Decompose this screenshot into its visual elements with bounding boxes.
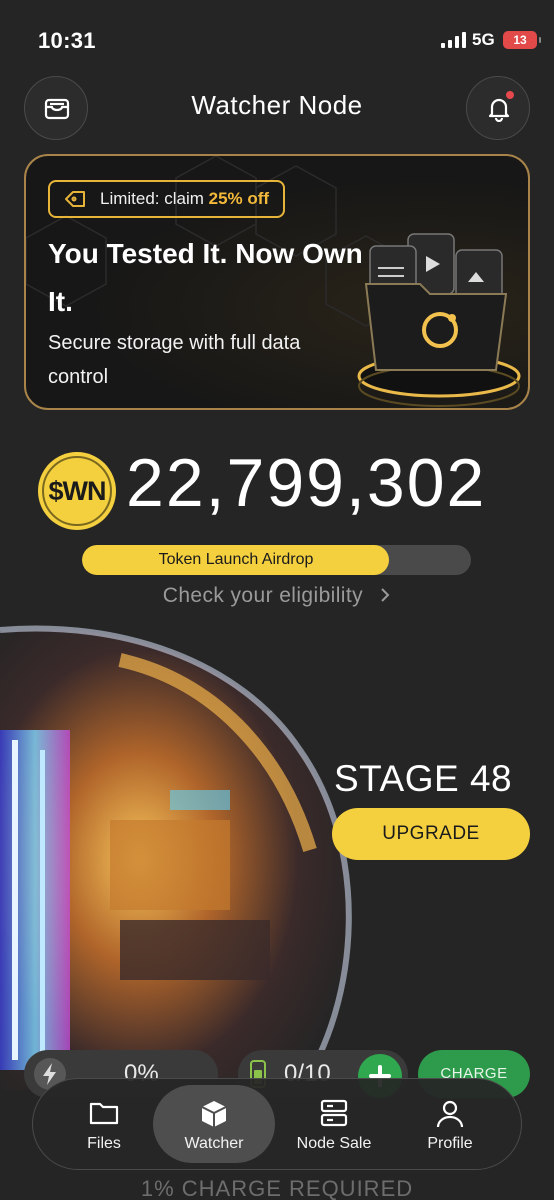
upgrade-button[interactable]: UPGRADE xyxy=(332,808,530,860)
airdrop-progress-bar[interactable]: Token Launch Airdrop xyxy=(82,545,471,575)
battery-icon: 13 xyxy=(503,31,541,49)
promo-title: You Tested It. Now Own It. xyxy=(48,238,363,317)
signal-icon xyxy=(441,32,467,48)
tab-watcher[interactable]: Watcher xyxy=(153,1085,275,1163)
eligibility-text: Check your eligibility xyxy=(162,584,363,607)
airdrop-label: Token Launch Airdrop xyxy=(158,551,314,568)
charge-requirement: 1% CHARGE REQUIRED xyxy=(140,1176,414,1200)
chevron-right-icon xyxy=(381,588,390,602)
tab-files[interactable]: Files xyxy=(43,1085,165,1163)
check-eligibility-link[interactable]: Check your eligibility xyxy=(0,584,554,608)
status-bar: 10:31 5G 13 xyxy=(0,0,554,70)
notifications-button[interactable] xyxy=(466,76,530,140)
wn-coin-icon: $WN xyxy=(38,452,116,530)
promo-subtitle: Secure storage with full data control xyxy=(48,332,301,388)
tag-icon xyxy=(65,191,85,207)
person-icon xyxy=(436,1100,464,1128)
folder-icon xyxy=(89,1102,119,1125)
balance-amount: 22,799,302 xyxy=(126,445,487,521)
tab-node-sale-label: Node Sale xyxy=(296,1135,372,1152)
tab-watcher-label: Watcher xyxy=(184,1135,244,1152)
notification-dot xyxy=(506,91,514,99)
badge-highlight: 25% off xyxy=(208,189,270,208)
bell-icon xyxy=(488,98,510,122)
watcher-node-illustration xyxy=(0,625,352,1092)
tab-files-label: Files xyxy=(87,1135,121,1152)
promo-banner[interactable]: Limited: claim 25% off You Tested It. No… xyxy=(24,154,530,410)
storage-folder-illustration xyxy=(357,233,521,407)
discount-badge: Limited: claim 25% off xyxy=(48,180,286,218)
network-label: 5G xyxy=(472,30,495,49)
tab-node-sale[interactable]: Node Sale xyxy=(273,1085,395,1163)
token-balance: $WN 22,799,302 xyxy=(38,445,518,530)
stage-label: STAGE 48 xyxy=(334,758,513,799)
cube-icon xyxy=(201,1101,227,1127)
status-time: 10:31 xyxy=(38,28,96,53)
badge-text: Limited: claim xyxy=(100,189,209,208)
server-icon xyxy=(320,1099,348,1127)
tab-profile[interactable]: Profile xyxy=(389,1085,511,1163)
tab-bar: Files Watcher Node Sale Profile xyxy=(32,1078,522,1170)
tab-profile-label: Profile xyxy=(427,1135,473,1152)
